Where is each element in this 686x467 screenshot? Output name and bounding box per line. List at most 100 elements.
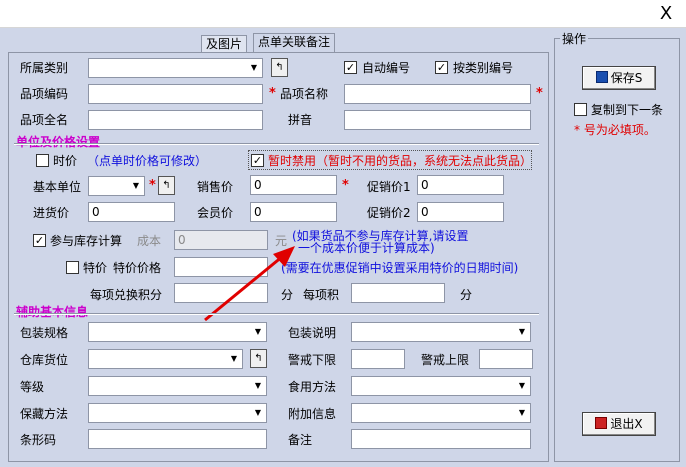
save-button-label: 保存S [610, 71, 643, 85]
required-star: * [342, 178, 349, 193]
title-bar [0, 0, 686, 28]
per-points-unit: 分 [460, 288, 473, 302]
per-points-input[interactable] [351, 283, 445, 303]
warehouse-select[interactable]: ▼ [88, 349, 243, 369]
extra-info-label: 附加信息 [288, 407, 337, 421]
annotation-arrow [204, 246, 295, 322]
low-warning-label: 警戒下限 [288, 353, 337, 367]
auto-code-label: 自动编号 [362, 61, 411, 75]
exit-button[interactable]: 退出X [582, 412, 656, 436]
dropdown-arrow-icon: ▼ [254, 381, 262, 390]
lookup-icon: ↰ [162, 180, 171, 191]
member-price-label: 会员价 [197, 206, 234, 220]
high-warning-label: 警戒上限 [421, 353, 470, 367]
exit-button-label: 退出X [610, 417, 643, 431]
dropdown-arrow-icon: ▼ [254, 327, 262, 336]
special-price-label: 特价价格 [113, 261, 162, 275]
aux-section-title: 辅助基本信息 [16, 305, 89, 319]
lookup-icon: ↰ [275, 62, 284, 73]
save-icon [595, 71, 608, 83]
special-note: (需要在优惠促销中设置采用特价的日期时间) [281, 261, 519, 275]
dropdown-arrow-icon: ▼ [250, 63, 258, 72]
inventory-checkbox[interactable]: ✓ [33, 234, 46, 247]
required-star: * [269, 86, 276, 101]
unit-section-title: 单位及价格设置 [16, 135, 101, 149]
auto-code-checkbox[interactable]: ✓ [344, 61, 357, 74]
warehouse-label: 仓库货位 [20, 353, 69, 367]
required-star: * [536, 86, 543, 101]
packspec-select[interactable]: ▼ [88, 322, 267, 342]
barcode-label: 条形码 [20, 433, 57, 447]
cost-label: 成本 [137, 234, 162, 248]
name-label: 品项名称 [280, 87, 329, 101]
promo1-label: 促销价1 [367, 180, 411, 194]
warehouse-lookup-button[interactable]: ↰ [250, 349, 267, 368]
eat-method-select[interactable]: ▼ [351, 376, 531, 396]
disabled-checkbox[interactable]: ✓ [251, 154, 264, 167]
section-divider [14, 313, 539, 315]
tab-images[interactable]: 及图片 [201, 35, 248, 53]
by-category-checkbox[interactable]: ✓ [435, 61, 448, 74]
cost-note-line2: 一个成本价便于计算成本) [298, 241, 435, 255]
storage-label: 保藏方法 [20, 407, 69, 421]
copy-next-checkbox[interactable] [574, 103, 587, 116]
time-price-checkbox[interactable] [36, 154, 49, 167]
code-input[interactable] [88, 84, 263, 104]
grade-select[interactable]: ▼ [88, 376, 267, 396]
required-note: * 号为必填项。 [574, 123, 656, 137]
special-label: 特价 [83, 261, 108, 275]
dropdown-arrow-icon: ▼ [518, 327, 526, 336]
purchase-input[interactable]: 0 [88, 202, 175, 222]
time-price-label: 时价 [53, 154, 78, 168]
category-select[interactable]: ▼ [88, 58, 263, 78]
by-category-label: 按类别编号 [453, 61, 514, 75]
dropdown-arrow-icon: ▼ [518, 408, 526, 417]
packdesc-select[interactable]: ▼ [351, 322, 531, 342]
packdesc-label: 包装说明 [288, 326, 337, 340]
points-label: 每项兑换积分 [90, 288, 163, 302]
low-warning-input[interactable] [351, 349, 405, 369]
save-button[interactable]: 保存S [582, 66, 656, 90]
storage-select[interactable]: ▼ [88, 403, 267, 423]
member-price-input[interactable]: 0 [250, 202, 337, 222]
purchase-label: 进货价 [33, 206, 70, 220]
dropdown-arrow-icon: ▼ [230, 354, 238, 363]
high-warning-input[interactable] [479, 349, 533, 369]
sale-price-label: 销售价 [197, 180, 234, 194]
disabled-label: 暂时禁用（暂时不用的货品，系统无法点此货品） [268, 154, 533, 168]
per-points-label: 每项积 [303, 288, 340, 302]
fullname-label: 品项全名 [20, 113, 69, 127]
dropdown-arrow-icon: ▼ [518, 381, 526, 390]
dropdown-arrow-icon: ▼ [132, 181, 140, 190]
grade-label: 等级 [20, 380, 45, 394]
special-checkbox[interactable] [66, 261, 79, 274]
pinyin-input[interactable] [344, 110, 531, 130]
required-star: * [149, 178, 156, 193]
promo2-input[interactable]: 0 [417, 202, 504, 222]
fullname-input[interactable] [88, 110, 263, 130]
promo1-input[interactable]: 0 [417, 175, 504, 195]
close-icon[interactable]: X [654, 3, 678, 25]
copy-next-label: 复制到下一条 [591, 103, 664, 117]
sale-price-input[interactable]: 0 [250, 175, 337, 195]
category-lookup-button[interactable]: ↰ [271, 58, 288, 77]
barcode-input[interactable] [88, 429, 267, 449]
name-input[interactable] [344, 84, 531, 104]
base-unit-label: 基本单位 [33, 180, 82, 194]
remark-label: 备注 [288, 433, 313, 447]
operations-title: 操作 [560, 31, 589, 47]
base-unit-select[interactable]: ▼ [88, 176, 145, 196]
exit-icon [595, 417, 608, 429]
extra-info-select[interactable]: ▼ [351, 403, 531, 423]
unit-lookup-button[interactable]: ↰ [158, 176, 175, 195]
eat-method-label: 食用方法 [288, 380, 337, 394]
code-label: 品项编码 [20, 87, 69, 101]
remark-input[interactable] [351, 429, 531, 449]
tab-order-remarks[interactable]: 点单关联备注 [253, 33, 336, 53]
dropdown-arrow-icon: ▼ [254, 408, 262, 417]
section-divider [14, 143, 539, 145]
inventory-label: 参与库存计算 [50, 234, 123, 248]
promo2-label: 促销价2 [367, 206, 411, 220]
item-edit-window: X 及图片 点单关联备注 所属类别 ▼ ↰ ✓ 自动编号 ✓ 按类别编号 品项编… [0, 0, 686, 467]
lookup-icon: ↰ [254, 353, 263, 364]
